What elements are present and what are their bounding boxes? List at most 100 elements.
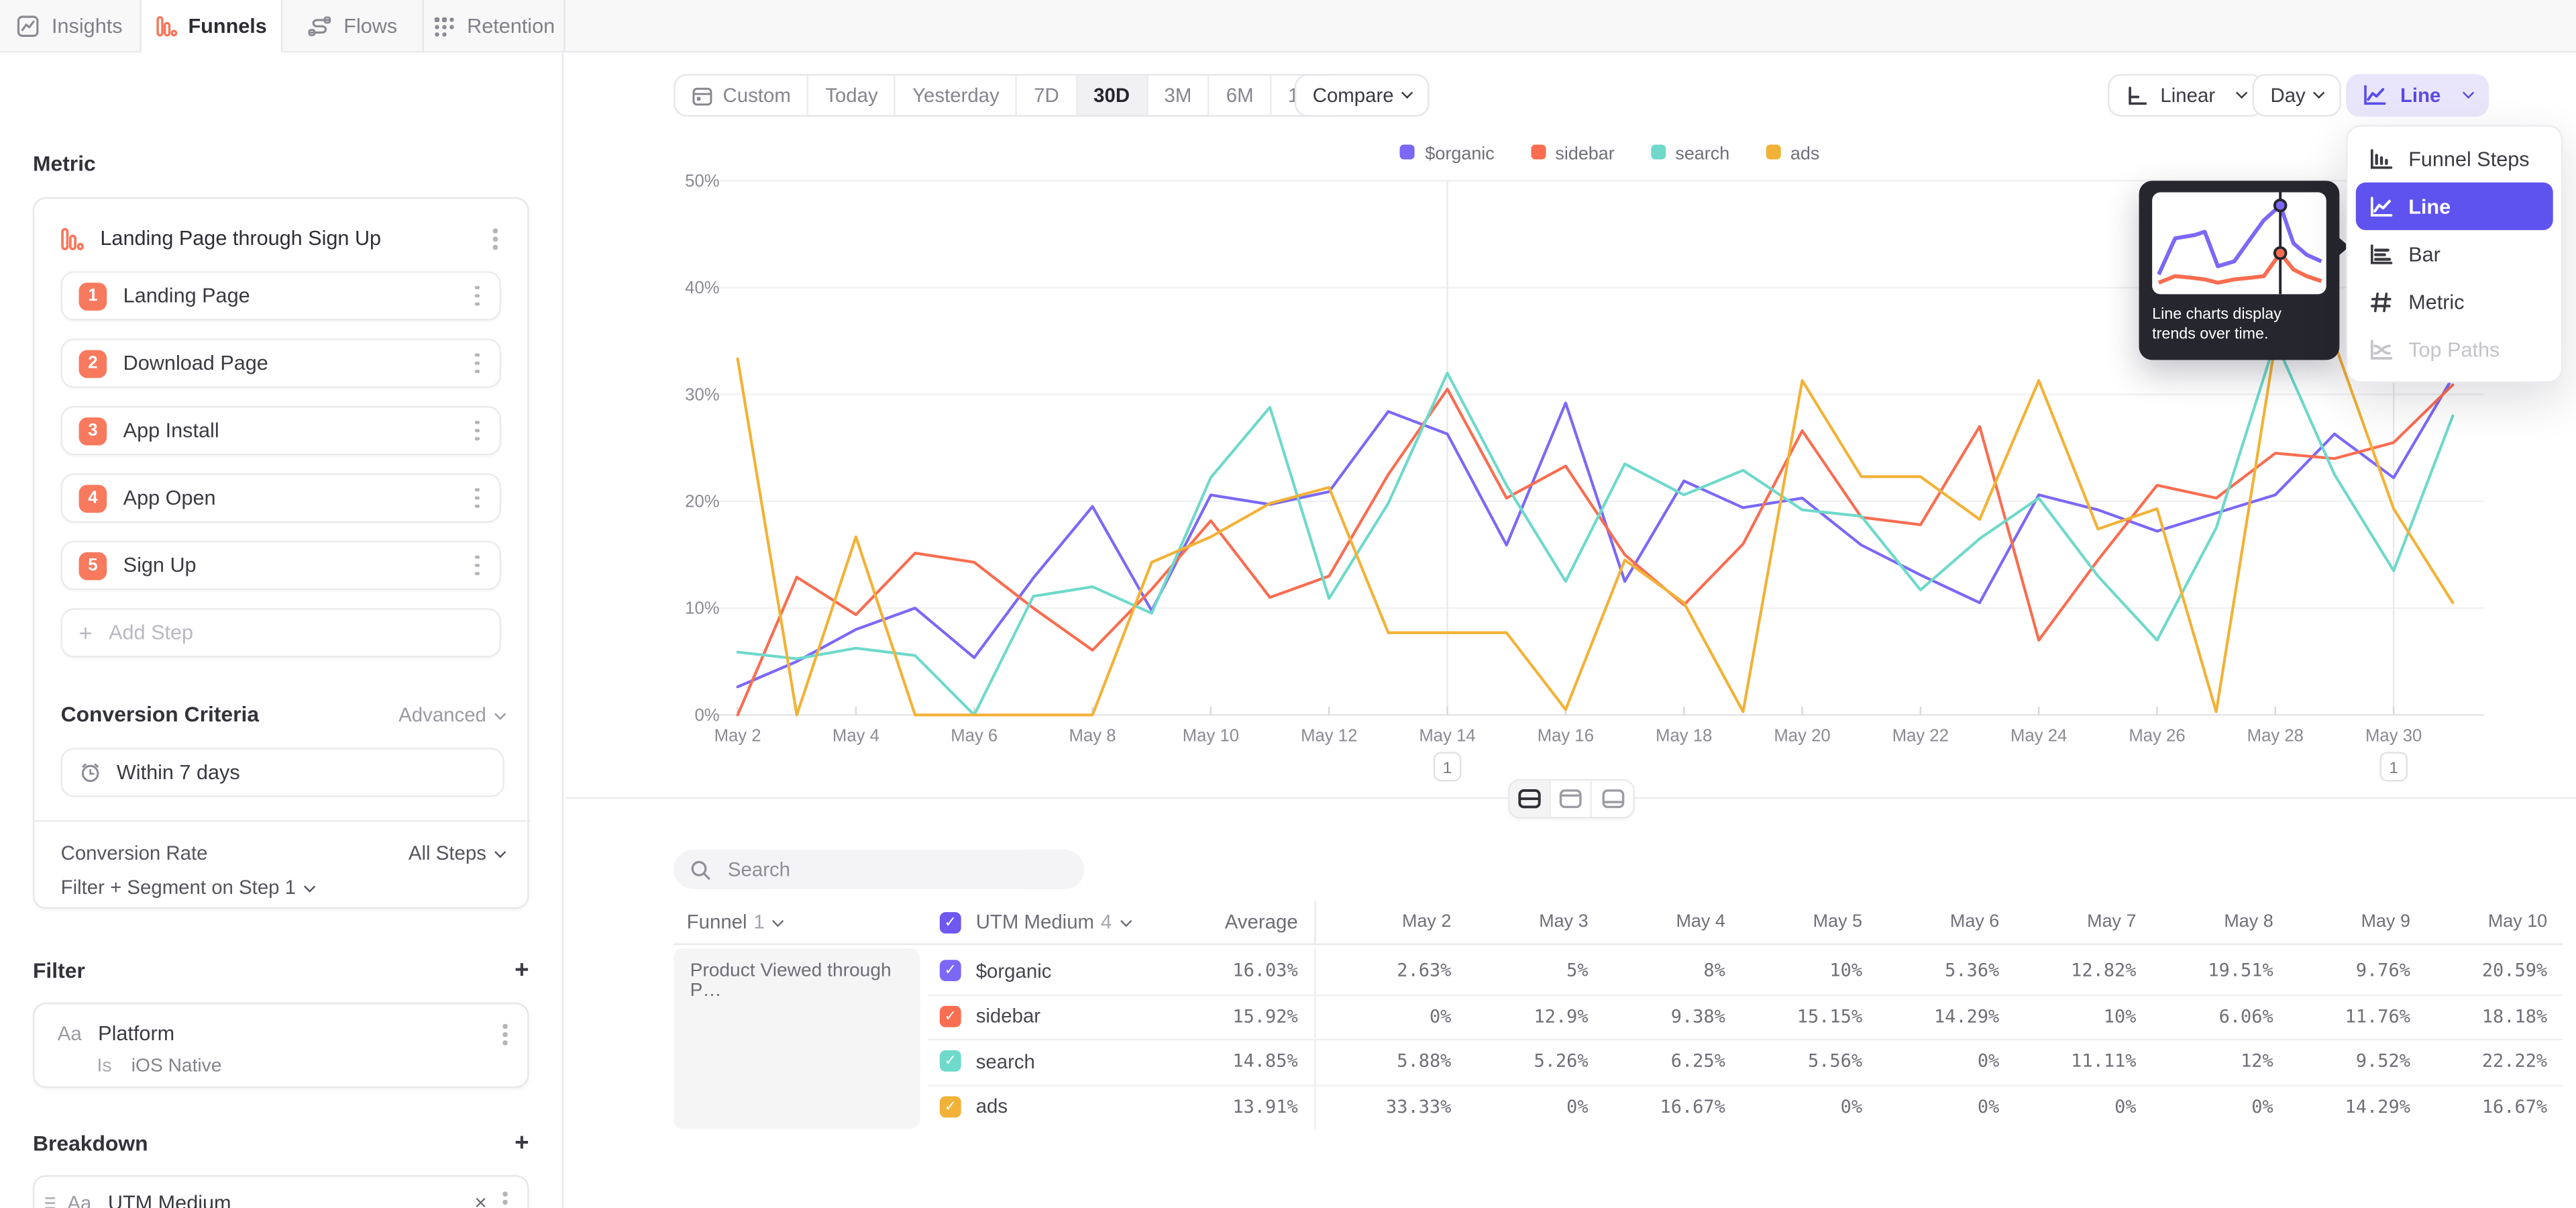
range-6m[interactable]: 6M — [1210, 76, 1271, 115]
search-input[interactable] — [724, 856, 1020, 883]
funnel-step-5[interactable]: 5 Sign Up — [61, 541, 501, 590]
series-checkbox[interactable]: ✓ — [940, 1051, 961, 1072]
svg-text:May 12: May 12 — [1301, 726, 1357, 745]
range-today[interactable]: Today — [809, 76, 896, 115]
conversion-window[interactable]: Within 7 days — [61, 748, 504, 797]
day-column-header[interactable]: May 8 — [2137, 912, 2273, 932]
filter-card[interactable]: Aa Platform Is iOS Native — [33, 1003, 529, 1088]
scale-button[interactable]: Linear — [2108, 74, 2265, 117]
funnel-kebab-icon[interactable] — [487, 222, 504, 256]
range-custom[interactable]: Custom — [676, 76, 809, 115]
step-kebab-icon[interactable] — [469, 279, 486, 313]
breakdown-heading: Breakdown — [33, 1131, 148, 1156]
add-breakdown-button[interactable]: + — [515, 1129, 529, 1157]
day-column-header[interactable]: May 4 — [1589, 912, 1725, 932]
layout-table-view-button[interactable] — [1592, 781, 1633, 817]
filter-segment-dropdown[interactable]: Filter + Segment on Step 1 — [61, 876, 314, 899]
menu-item-bar[interactable]: Bar — [2356, 230, 2553, 278]
granularity-button[interactable]: Day — [2253, 74, 2342, 117]
svg-text:May 20: May 20 — [1774, 726, 1830, 745]
cell-value: 5.36% — [1862, 960, 1999, 982]
select-all-checkbox[interactable]: ✓ — [940, 911, 961, 933]
filter-heading: Filter — [33, 958, 85, 983]
series-checkbox[interactable]: ✓ — [940, 1096, 961, 1117]
table-row[interactable]: ✓ads 13.91% 33.33% 0% 16.67% 0% 0% 0% 0%… — [674, 1084, 2563, 1129]
remove-breakdown-icon[interactable]: × — [465, 1190, 497, 1208]
table-header-row: Funnel1 ✓ UTM Medium4 Average May 2 May … — [674, 901, 2563, 944]
series-checkbox[interactable]: ✓ — [940, 1005, 961, 1027]
table-row[interactable]: ✓$organic 16.03% 2.63% 5% 8% 10% 5.36% 1… — [674, 948, 2563, 993]
funnel-step-3[interactable]: 3 App Install — [61, 406, 501, 455]
breakdown-property: UTM Medium — [108, 1191, 465, 1208]
step-kebab-icon[interactable] — [469, 481, 486, 515]
svg-text:May 16: May 16 — [1538, 726, 1594, 745]
average-value: 15.92% — [1186, 1005, 1298, 1027]
layout-split-view-button[interactable] — [1510, 781, 1551, 817]
step-kebab-icon[interactable] — [469, 413, 486, 447]
step-kebab-icon[interactable] — [469, 548, 486, 582]
metric-card: Landing Page through Sign Up 1 Landing P… — [33, 197, 529, 909]
chart-type-button[interactable]: Line — [2346, 74, 2488, 117]
funnel-step-1[interactable]: 1 Landing Page — [61, 271, 501, 320]
day-column-header[interactable]: May 6 — [1862, 912, 1999, 932]
conversion-rate-dropdown[interactable]: All Steps — [409, 842, 504, 864]
chevron-down-icon — [2462, 86, 2473, 97]
cell-value: 11.11% — [1999, 1051, 2136, 1072]
add-filter-button[interactable]: + — [515, 956, 529, 985]
add-step-button[interactable]: + Add Step — [61, 608, 501, 657]
tab-funnels[interactable]: Funnels — [142, 0, 283, 52]
step-label: App Install — [123, 419, 469, 442]
funnel-step-2[interactable]: 2 Download Page — [61, 338, 501, 387]
svg-text:May 8: May 8 — [1069, 726, 1116, 745]
day-column-header[interactable]: May 2 — [1314, 901, 1451, 944]
menu-item-funnel-steps[interactable]: Funnel Steps — [2356, 135, 2553, 183]
breakdown-column-header[interactable]: ✓ UTM Medium4 — [940, 911, 1186, 934]
menu-item-line[interactable]: Line — [2356, 183, 2553, 230]
alarm-clock-icon — [79, 761, 102, 784]
table-row[interactable]: ✓sidebar 15.92% 0% 12.9% 9.38% 15.15% 14… — [674, 993, 2563, 1038]
range-yesterday[interactable]: Yesterday — [896, 76, 1018, 115]
advanced-dropdown[interactable]: Advanced — [398, 703, 504, 725]
tab-funnels-label: Funnels — [188, 14, 266, 37]
tab-retention[interactable]: Retention — [424, 0, 566, 52]
menu-item-top-paths[interactable]: Top Paths — [2356, 325, 2553, 373]
cell-value: 14.29% — [1862, 1005, 1999, 1027]
day-column-header[interactable]: May 7 — [1999, 912, 2136, 932]
filter-operator[interactable]: Is — [97, 1056, 111, 1076]
svg-text:20%: 20% — [685, 493, 719, 511]
cell-value: 9.52% — [2273, 1051, 2410, 1072]
breakdown-kebab-icon[interactable] — [497, 1185, 515, 1208]
step-kebab-icon[interactable] — [469, 346, 486, 380]
average-column-header[interactable]: Average — [1186, 911, 1298, 934]
table-row[interactable]: ✓search 14.85% 5.88% 5.26% 6.25% 5.56% 0… — [674, 1039, 2563, 1084]
series-name: $organic — [976, 960, 1052, 983]
filter-value[interactable]: iOS Native — [131, 1056, 222, 1076]
tab-flows[interactable]: Flows — [282, 0, 424, 52]
day-column-header[interactable]: May 9 — [2273, 912, 2410, 932]
drag-handle-icon[interactable] — [44, 1194, 56, 1208]
funnel-title-row[interactable]: Landing Page through Sign Up — [61, 222, 504, 256]
series-checkbox[interactable]: ✓ — [940, 960, 961, 982]
layout-chart-view-button[interactable] — [1551, 781, 1592, 817]
tab-insights[interactable]: Insights — [0, 0, 142, 52]
metric-hash-icon — [2369, 290, 2394, 313]
funnel-column-header[interactable]: Funnel1 — [674, 911, 940, 934]
day-column-header[interactable]: May 5 — [1725, 912, 1862, 932]
breakdown-card[interactable]: Aa UTM Medium × — [33, 1175, 529, 1208]
funnel-step-4[interactable]: 4 App Open — [61, 473, 501, 522]
step-label: Download Page — [123, 352, 469, 374]
day-column-header[interactable]: May 10 — [2410, 912, 2547, 932]
chevron-down-icon — [773, 915, 784, 927]
filter-kebab-icon[interactable] — [497, 1017, 515, 1051]
day-column-header[interactable]: May 3 — [1451, 912, 1588, 932]
step-number-badge: 1 — [79, 282, 107, 310]
chevron-down-icon — [494, 707, 506, 719]
range-7d[interactable]: 7D — [1018, 76, 1077, 115]
range-3m[interactable]: 3M — [1148, 76, 1210, 115]
menu-item-metric[interactable]: Metric — [2356, 278, 2553, 325]
compare-button[interactable]: Compare — [1295, 74, 1430, 117]
range-30d[interactable]: 30D — [1077, 76, 1148, 115]
series-name: ads — [976, 1095, 1008, 1118]
cell-value: 5% — [1451, 960, 1588, 982]
table-search[interactable] — [674, 850, 1084, 889]
